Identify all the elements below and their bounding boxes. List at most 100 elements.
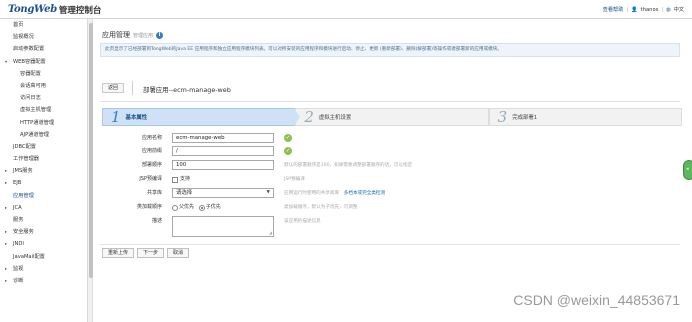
sidebar-item[interactable]: ▸ JCA [0, 202, 87, 214]
shared-lib-selected: 请选择 [176, 190, 193, 196]
form-row: 描述 ◢ 该应用的描述信息 [96, 216, 684, 240]
sidebar-item-label: WEB容器配置 [13, 58, 46, 65]
sidebar-item[interactable]: ▸ EJB [0, 177, 87, 189]
sidebar-item[interactable]: 访问日志 [0, 92, 87, 104]
sidebar-item[interactable]: 服务 [0, 214, 87, 226]
chevron-right-icon: ▸ [5, 229, 8, 235]
app-name-label: 应用名称 [141, 135, 162, 141]
top-links: 查看帮助 | 👤 thanos | ◍ 中文 [603, 6, 684, 14]
step-number: 1 [111, 108, 121, 126]
brand-name: TongWeb [8, 4, 57, 15]
chevron-right-icon: ▸ [5, 204, 8, 210]
sidebar-item[interactable]: ▸ JMS服务 [0, 165, 87, 177]
resize-grip-icon[interactable]: ◢ [269, 230, 272, 235]
child-first-radio[interactable] [198, 204, 205, 211]
widget-icon: ◂ [686, 166, 689, 172]
breadcrumb: 应用管理 管理应用 i [102, 30, 164, 40]
step-label: 基本属性 [125, 115, 148, 121]
sidebar-item-label: EJB [13, 180, 22, 187]
page-title: 部署应用--ecm-manage-web [143, 86, 231, 94]
logo: TongWeb 管理控制台 [8, 3, 101, 16]
sidebar-item-label: JDBC配置 [13, 143, 36, 150]
step-virtual-host[interactable]: 2 虚拟主机设置 [295, 108, 489, 126]
sidebar-scrollbar[interactable] [88, 19, 93, 322]
sidebar: 首页监视概况启动参数配置 ▾ WEB容器配置容器配置会话高可用访问日志虚拟主机管理 H… [0, 19, 88, 322]
sidebar-item-label: 监视 [13, 265, 24, 272]
sidebar-item[interactable]: 工作管理器 [0, 153, 87, 165]
language-link[interactable]: 中文 [674, 6, 684, 13]
sidebar-item-label: 应用管理 [13, 192, 34, 199]
sidebar-item-label: 诊断 [13, 277, 24, 284]
sidebar-item[interactable]: ▸ 监视 [0, 263, 87, 275]
page-description: 此页显示了已经部署到TongWeb的Java EE 应用程序和独立应用程序模块列… [100, 43, 680, 57]
shared-lib-select[interactable]: 请选择 ▼ [172, 188, 274, 198]
divider [100, 101, 680, 102]
parent-first-radio[interactable] [172, 204, 178, 211]
form-row: 类加载顺序 父优先 子优先 类加载顺序，默认为子优先，可调整 [96, 202, 684, 213]
console-title: 管理控制台 [58, 5, 102, 16]
reupload-button[interactable]: 重新上传 [102, 248, 135, 258]
step-finish[interactable]: 3 完成部署1 [488, 108, 682, 126]
globe-icon: ◍ [666, 6, 671, 13]
top-bar: TongWeb 管理控制台 查看帮助 | 👤 thanos | ◍ 中文 [0, 0, 692, 19]
sidebar-item[interactable]: JDBC配置 [0, 141, 87, 153]
check-icon: ✓ [284, 134, 292, 142]
shared-lib-link[interactable]: 多档本或完全类检测 [344, 191, 385, 196]
sidebar-item-label: 访问日志 [20, 95, 41, 102]
back-button[interactable]: 返回 [102, 83, 124, 93]
app-prefix-label: 应用前缀 [141, 148, 162, 154]
app-prefix-input[interactable]: / [172, 146, 274, 156]
jsp-precompile-label: JSP预编译 [139, 176, 162, 182]
sidebar-item[interactable]: 首页 [0, 19, 87, 31]
sidebar-item[interactable]: ▾ WEB容器配置 [0, 56, 87, 68]
sidebar-item[interactable]: JavaMail配置 [0, 251, 87, 263]
sidebar-item[interactable]: 启动参数配置 [0, 43, 87, 55]
chevron-down-icon: ▾ [5, 58, 8, 64]
class-load-order-hint: 类加载顺序，默认为子优先，可调整 [284, 205, 358, 210]
sidebar-item[interactable]: ▸ 安全服务 [0, 226, 87, 238]
step-basic-properties[interactable]: 1 基本属性 [102, 108, 301, 126]
user-menu[interactable]: thanos [641, 7, 659, 13]
child-first-label: 子优先 [205, 204, 221, 210]
sidebar-item-label: JMS服务 [13, 168, 33, 175]
sidebar-item-label: AJP通道管理 [20, 131, 49, 138]
breadcrumb-title: 应用管理 [102, 31, 130, 39]
description-textarea[interactable]: ◢ [172, 216, 274, 237]
chevron-right-icon: ▸ [5, 168, 8, 174]
step-number: 2 [304, 108, 314, 126]
wizard-steps: 1 基本属性 2 虚拟主机设置 3 完成部署1 [102, 108, 682, 126]
sidebar-item[interactable]: AJP通道管理 [0, 129, 87, 141]
sidebar-item-label: 启动参数配置 [13, 46, 45, 53]
floating-widget[interactable]: ◂ [683, 160, 692, 180]
class-load-order-label: 类加载顺序 [136, 204, 162, 210]
sidebar-item[interactable]: 应用管理 [0, 190, 87, 202]
jsp-precompile-checkbox[interactable] [172, 176, 178, 183]
check-icon: ✓ [284, 147, 292, 155]
breadcrumb-sub: 管理应用 [133, 32, 154, 39]
sidebar-item-label: JCA [13, 204, 22, 211]
sidebar-item-label: JavaMail配置 [13, 253, 45, 260]
sidebar-item-label: 安全服务 [13, 229, 34, 236]
sidebar-item-label: 会话高可用 [20, 82, 46, 89]
sidebar-item[interactable]: 监视概况 [0, 31, 87, 43]
sidebar-item[interactable]: 会话高可用 [0, 80, 87, 92]
form-row: 共享库 请选择 ▼ 应用运行时使用的共享库库 多档本或完全类检测 [96, 188, 684, 199]
form-row: 应用前缀 / ✓ [96, 146, 684, 157]
sidebar-item[interactable]: ▸ 诊断 [0, 275, 87, 287]
next-button[interactable]: 下一步 [137, 248, 165, 258]
sidebar-item-label: 监视概况 [13, 34, 34, 41]
sidebar-item[interactable]: HTTP通道管理 [0, 117, 87, 129]
cancel-button[interactable]: 取消 [167, 248, 190, 258]
scrollbar-thumb[interactable] [88, 23, 93, 278]
shared-lib-label: 共享库 [146, 190, 162, 196]
info-icon[interactable]: i [156, 31, 164, 39]
app-name-input[interactable]: ecm-manage-web [172, 133, 274, 143]
sidebar-item-label: HTTP通道管理 [20, 119, 55, 126]
sidebar-item[interactable]: 虚拟主机管理 [0, 104, 87, 116]
sidebar-item-label: 虚拟主机管理 [20, 107, 52, 114]
help-link[interactable]: 查看帮助 [603, 6, 624, 13]
sidebar-item[interactable]: ▸ JNDI [0, 238, 87, 250]
chevron-down-icon: ▼ [266, 190, 270, 195]
sidebar-item[interactable]: 容器配置 [0, 68, 87, 80]
deploy-order-input[interactable]: 100 [172, 160, 274, 170]
